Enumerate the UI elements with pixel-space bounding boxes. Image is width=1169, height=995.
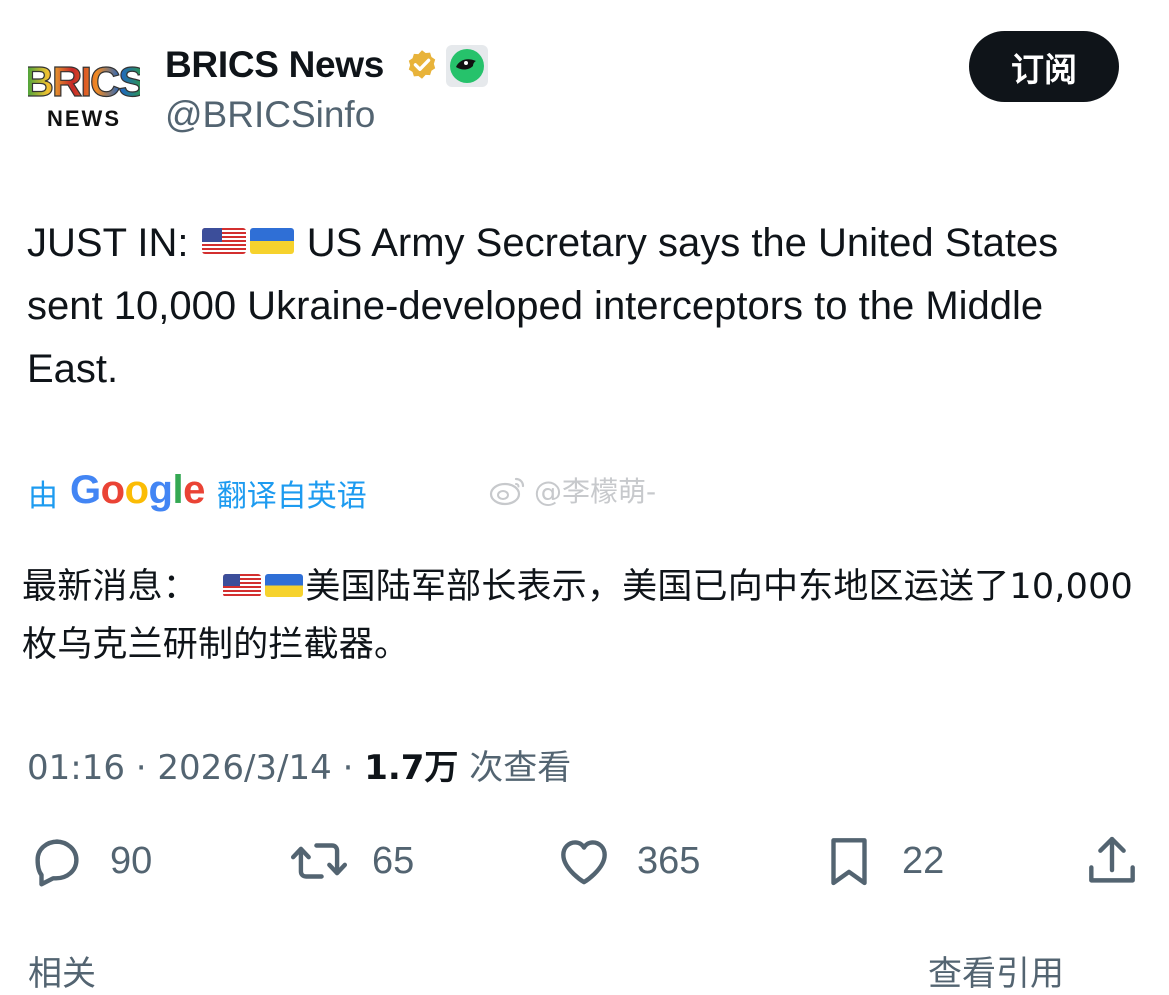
repost-button[interactable]: 65 xyxy=(288,830,414,892)
reply-count: 90 xyxy=(110,839,153,882)
avatar-brics-text: BRICS xyxy=(28,58,140,105)
ukraine-flag-icon xyxy=(249,228,294,255)
heart-icon xyxy=(561,840,607,885)
reply-icon xyxy=(35,839,79,887)
avatar[interactable]: BRICS NEWS xyxy=(23,56,148,131)
watermark-text: @李檬萌- xyxy=(534,475,657,508)
tweet-prefix: JUST IN: xyxy=(27,221,189,265)
verified-badge-icon[interactable] xyxy=(404,48,440,84)
bookmark-button[interactable]: 22 xyxy=(818,830,944,892)
tweet-meta: 01:16 · 2026/3/14 · 1.7万 次查看 xyxy=(27,748,572,788)
bookmark-count: 22 xyxy=(902,839,945,882)
like-count: 365 xyxy=(637,839,701,882)
tweet-date[interactable]: 2026/3/14 xyxy=(157,748,331,788)
avatar-news-text: NEWS xyxy=(47,106,121,130)
affiliate-badge-icon[interactable] xyxy=(446,45,488,87)
subscribe-button[interactable]: 订阅 xyxy=(969,31,1119,102)
like-button[interactable]: 365 xyxy=(553,830,700,892)
view-label: 次查看 xyxy=(469,748,572,788)
ukraine-flag-icon xyxy=(265,573,304,597)
display-name[interactable]: BRICS News xyxy=(165,44,384,86)
translated-text: 最新消息： 美国陆军部长表示，美国已向中东地区运送了10,000 枚乌克兰研制的… xyxy=(22,558,1142,674)
translated-prefix: 最新消息： xyxy=(22,567,199,607)
bookmark-icon xyxy=(831,838,867,886)
reply-button[interactable]: 90 xyxy=(26,830,152,892)
share-icon xyxy=(1089,836,1135,883)
repost-icon xyxy=(290,843,348,879)
translation-by: 由 xyxy=(28,478,58,514)
repost-count: 65 xyxy=(372,839,415,882)
tweet-text: JUST IN: US Army Secretary says the Unit… xyxy=(27,212,1137,401)
share-button[interactable] xyxy=(1081,830,1143,892)
us-flag-icon xyxy=(223,573,262,597)
translation-from: 翻译自英语 xyxy=(216,478,367,514)
tweet-time[interactable]: 01:16 xyxy=(27,748,125,788)
google-logo: Google xyxy=(70,468,205,512)
account-handle[interactable]: @BRICSinfo xyxy=(165,94,375,136)
translation-attribution[interactable]: 由 Google 翻译自英语 xyxy=(28,468,367,515)
weibo-watermark: @李檬萌- xyxy=(488,470,656,510)
view-count: 1.7万 xyxy=(364,748,459,788)
us-flag-icon xyxy=(201,228,246,255)
weibo-icon xyxy=(489,477,525,506)
